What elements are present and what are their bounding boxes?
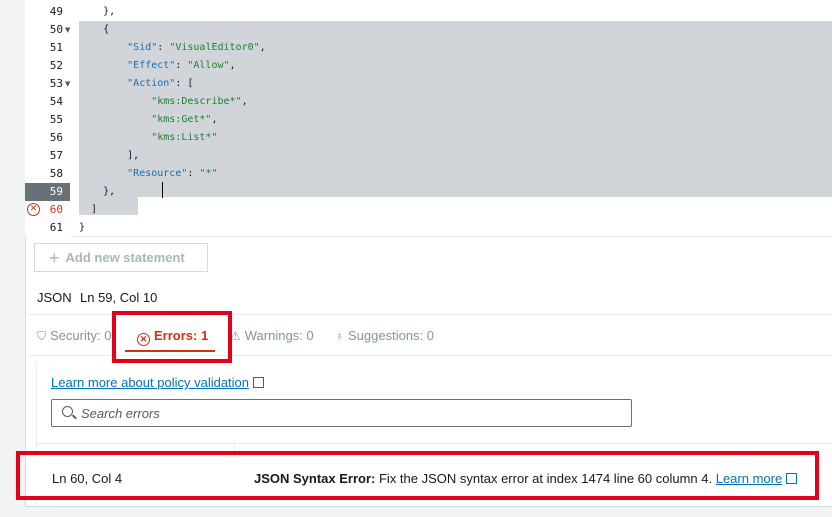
search-errors-field[interactable] — [51, 399, 632, 427]
fold-arrow-icon[interactable]: ▼ — [65, 21, 70, 39]
code-line: 57 ], — [25, 147, 832, 165]
line-number: 49 — [49, 5, 63, 18]
code-line: 58 "Resource": "*" — [25, 165, 832, 183]
code-text: "Effect": "Allow", — [79, 60, 236, 71]
code-line: 51 "Sid": "VisualEditor0", — [25, 39, 832, 57]
shield-icon: ⛉ — [37, 329, 47, 343]
line-number: 54 — [49, 95, 63, 108]
code-text: ] — [79, 204, 98, 215]
code-line: 52 "Effect": "Allow", — [25, 57, 832, 75]
lightbulb-icon: ♁ — [335, 329, 344, 343]
code-line: 53 ▼ "Action": [ — [25, 75, 832, 93]
code-text: { — [79, 24, 110, 35]
code-text: ], — [79, 150, 140, 161]
json-code-editor[interactable]: 49 }, 50 ▼ {51 "Sid": "VisualEditor0", 52 "… — [25, 0, 832, 237]
fold-arrow-icon[interactable]: ▼ — [65, 75, 70, 93]
line-number: 61 — [49, 221, 63, 234]
code-text: "Sid": "VisualEditor0", — [79, 42, 266, 53]
code-line: 56 "kms:List*" — [25, 129, 832, 147]
code-text: "kms:Get*", — [79, 114, 218, 125]
add-new-statement-label: Add new statement — [65, 250, 185, 265]
line-number: 53 — [49, 77, 63, 90]
add-new-statement-button[interactable]: + Add new statement — [34, 243, 208, 272]
code-line: 61} — [25, 219, 832, 237]
plus-icon: + — [49, 248, 60, 268]
code-line: 49 }, — [25, 3, 832, 21]
code-text: } — [79, 222, 86, 233]
code-text: "Action": [ — [79, 78, 194, 89]
code-line: 55 "kms:Get*", — [25, 111, 832, 129]
code-line: 50 ▼ { — [25, 21, 832, 39]
line-number: 59 — [25, 183, 70, 201]
code-text: "kms:Describe*", — [79, 96, 248, 107]
error-marker-icon[interactable]: ✕ — [27, 203, 40, 216]
tab-suggestions-label: Suggestions: 0 — [348, 328, 435, 343]
line-number: 55 — [49, 113, 63, 126]
tab-warnings[interactable]: ⚠ Warnings: 0 — [230, 328, 314, 343]
tab-suggestions[interactable]: ♁ Suggestions: 0 — [335, 328, 434, 343]
code-line: 60 ✕ ] — [25, 201, 832, 219]
learn-more-policy-validation-label: Learn more about policy validation — [51, 375, 250, 390]
language-indicator: JSON — [37, 290, 72, 305]
code-text: "Resource": "*" — [79, 168, 218, 179]
search-errors-input[interactable] — [81, 404, 621, 422]
external-link-icon — [253, 377, 265, 388]
code-text: }, — [79, 6, 116, 17]
code-text: }, — [79, 186, 116, 197]
cursor-position: Ln 59, Col 10 — [80, 290, 158, 305]
tab-warnings-label: Warnings: 0 — [244, 328, 314, 343]
tab-security[interactable]: ⛉ Security: 0 — [37, 328, 111, 344]
line-number: 51 — [49, 41, 63, 54]
tab-security-label: Security: 0 — [50, 328, 112, 343]
code-line: 54 "kms:Describe*", — [25, 93, 832, 111]
line-number: 52 — [49, 59, 63, 72]
code-text: "kms:List*" — [79, 132, 218, 143]
line-number: 58 — [49, 167, 63, 180]
text-cursor — [162, 182, 163, 198]
line-number: 50 — [49, 23, 63, 36]
errors-tab-highlight-box — [112, 311, 232, 363]
line-number: 57 — [49, 149, 63, 162]
line-number: 56 — [49, 131, 63, 144]
learn-more-policy-validation-link[interactable]: Learn more about policy validation — [51, 375, 265, 390]
code-line: 59 }, — [25, 183, 832, 201]
error-row-highlight-box — [16, 451, 819, 500]
search-icon — [62, 406, 73, 417]
